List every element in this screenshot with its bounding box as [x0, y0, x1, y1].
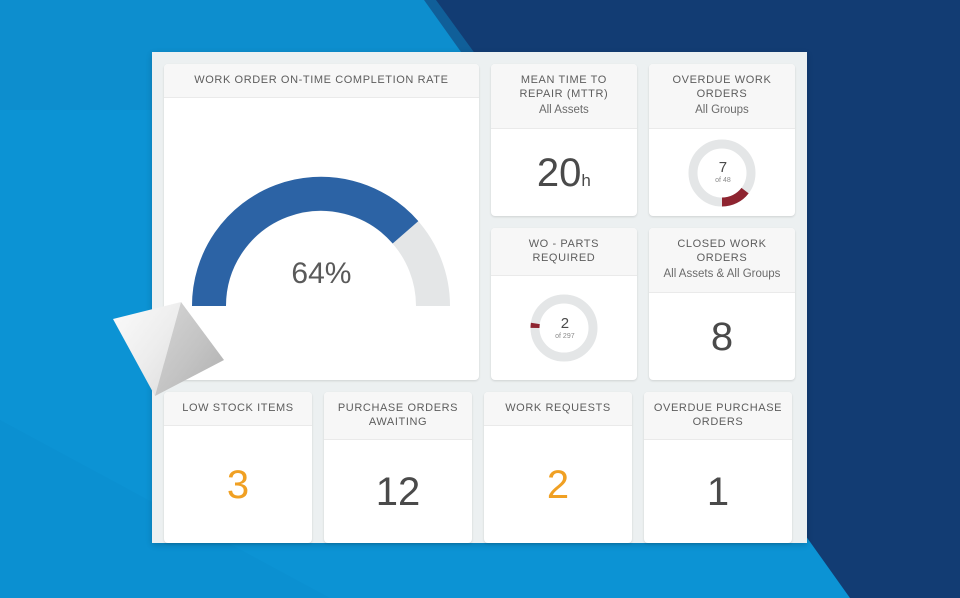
layout-spacer — [472, 392, 484, 543]
donut-value: 7 — [718, 159, 728, 176]
card-body: 3 — [164, 426, 312, 543]
card-title: MEAN TIME TO REPAIR (MTTR) — [519, 74, 609, 100]
gauge-value-label: 64% — [291, 257, 352, 290]
layout-spacer — [649, 216, 795, 228]
card-title: LOW STOCK ITEMS — [182, 402, 294, 414]
card-title: WORK ORDER ON-TIME COMPLETION RATE — [194, 74, 449, 86]
card-title: WORK REQUESTS — [505, 402, 611, 414]
card-subtitle: All Assets & All Groups — [663, 268, 781, 280]
layout-spacer — [637, 64, 649, 380]
layout-spacer — [491, 216, 637, 228]
metric-value: 8 — [710, 314, 734, 359]
card-subtitle: All Groups — [695, 104, 749, 116]
card-header: WORK REQUESTS — [484, 392, 632, 426]
donut-total: of 48 — [715, 177, 731, 184]
card-body: 2 — [484, 426, 632, 543]
card-header: MEAN TIME TO REPAIR (MTTR) All Assets — [490, 64, 637, 129]
card-header: OVERDUE PURCHASE ORDERS — [644, 392, 792, 440]
card-header: PURCHASE ORDERS AWAITING — [324, 392, 472, 440]
donut-center-label: 7 of 48 — [686, 137, 758, 209]
card-wo-parts-required[interactable]: WO - PARTS REQUIRED 2 of 297 — [490, 228, 637, 380]
column-right: OVERDUE WORK ORDERS All Groups 7 of 48 C… — [648, 64, 795, 380]
card-overdue-work-orders[interactable]: OVERDUE WORK ORDERS All Groups 7 of 48 — [648, 64, 795, 216]
card-header: CLOSED WORK ORDERS All Assets & All Grou… — [648, 228, 795, 293]
card-title: PURCHASE ORDERS AWAITING — [337, 402, 459, 428]
card-purchase-orders-awaiting[interactable]: PURCHASE ORDERS AWAITING 12 — [324, 392, 472, 543]
layout-spacer — [479, 64, 491, 380]
card-body: 7 of 48 — [649, 129, 795, 216]
gauge-chart: 64% — [191, 176, 451, 326]
dashboard-screen: WORK ORDER ON-TIME COMPLETION RATE 64% M… — [0, 0, 960, 598]
donut-chart: 7 of 48 — [686, 137, 758, 209]
card-title: WO - PARTS REQUIRED — [528, 238, 600, 264]
donut-chart: 2 of 297 — [528, 292, 600, 364]
layout-spacer — [164, 380, 795, 392]
card-title: OVERDUE WORK ORDERS — [672, 74, 772, 100]
card-body: 8 — [649, 293, 795, 380]
donut-center-label: 2 of 297 — [528, 292, 600, 364]
card-header: OVERDUE WORK ORDERS All Groups — [648, 64, 795, 129]
card-body: 12 — [324, 440, 472, 543]
card-work-requests[interactable]: WORK REQUESTS 2 — [484, 392, 632, 543]
card-mean-time-to-repair[interactable]: MEAN TIME TO REPAIR (MTTR) All Assets 20… — [490, 64, 637, 216]
layout-spacer — [312, 392, 324, 543]
card-body: 2 of 297 — [491, 276, 637, 380]
card-overdue-purchase-orders[interactable]: OVERDUE PURCHASE ORDERS 1 — [644, 392, 792, 543]
card-low-stock-items[interactable]: LOW STOCK ITEMS 3 — [164, 392, 312, 543]
card-header: WORK ORDER ON-TIME COMPLETION RATE — [164, 64, 479, 98]
gauge-svg — [192, 176, 451, 307]
column-middle: MEAN TIME TO REPAIR (MTTR) All Assets 20… — [490, 64, 637, 380]
metric-value: 12 — [375, 469, 421, 514]
metric-value: 2 — [546, 462, 570, 507]
metric-value: 3 — [226, 462, 250, 507]
layout-spacer — [632, 392, 644, 543]
metric-value: 1 — [706, 469, 730, 514]
card-title: OVERDUE PURCHASE ORDERS — [653, 402, 783, 428]
card-closed-work-orders[interactable]: CLOSED WORK ORDERS All Assets & All Grou… — [648, 228, 795, 380]
card-header: WO - PARTS REQUIRED — [490, 228, 637, 276]
card-subtitle: All Assets — [538, 104, 589, 116]
card-body: 20h — [491, 129, 637, 216]
card-body: 1 — [644, 440, 792, 543]
card-title: CLOSED WORK ORDERS — [677, 238, 767, 264]
donut-total: of 297 — [555, 332, 575, 340]
donut-value: 2 — [560, 314, 570, 332]
metric-value: 20 — [536, 150, 582, 195]
dashboard-panel: WORK ORDER ON-TIME COMPLETION RATE 64% M… — [152, 52, 807, 543]
metric-unit: h — [581, 170, 591, 190]
tetrahedron-ornament — [113, 302, 224, 396]
metric-value-group: 20h — [537, 153, 591, 193]
